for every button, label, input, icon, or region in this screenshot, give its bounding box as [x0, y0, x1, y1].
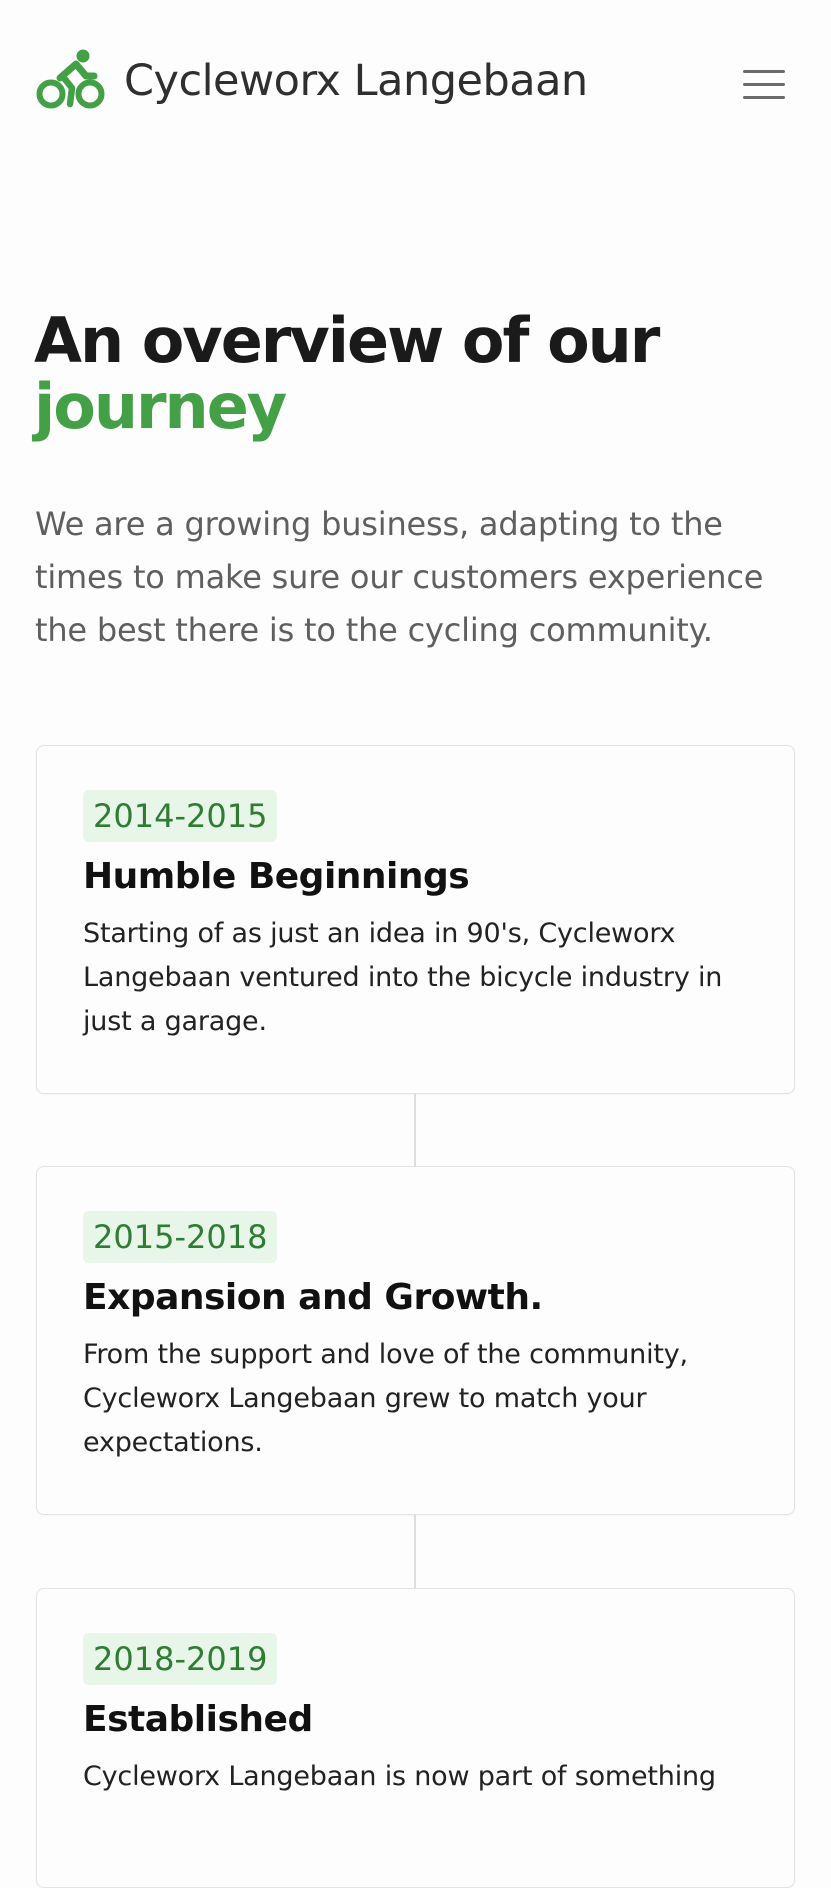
hamburger-menu-icon[interactable] — [740, 64, 788, 104]
card-title: Established — [83, 1699, 313, 1740]
timeline-connector — [414, 1515, 416, 1589]
timeline-connector — [414, 1094, 416, 1168]
card-description: Cycleworx Langebaan is now part of somet… — [83, 1761, 716, 1792]
site-header: Cycleworx Langebaan — [0, 0, 831, 170]
cyclist-icon[interactable] — [36, 48, 106, 112]
page-title-line: An overview of our — [34, 304, 660, 377]
page-title: An overview of our journey — [34, 308, 794, 440]
page-title-accent: journey — [34, 370, 287, 443]
timeline-card: 2015-2018 Expansion and Growth. From the… — [36, 1166, 795, 1515]
timeline-card: 2014-2015 Humble Beginnings Starting of … — [36, 745, 795, 1094]
timeline-card: 2018-2019 Established Cycleworx Langebaa… — [36, 1588, 795, 1888]
brand-name[interactable]: Cycleworx Langebaan — [124, 56, 588, 106]
card-title: Humble Beginnings — [83, 856, 470, 897]
year-badge: 2014-2015 — [83, 790, 278, 842]
card-description: Starting of as just an idea in 90's, Cyc… — [83, 918, 723, 1037]
card-description: From the support and love of the communi… — [83, 1339, 688, 1458]
year-badge: 2018-2019 — [83, 1633, 278, 1685]
card-title: Expansion and Growth. — [83, 1277, 543, 1318]
year-badge: 2015-2018 — [83, 1211, 278, 1263]
page-description: We are a growing business, adapting to t… — [35, 505, 764, 649]
